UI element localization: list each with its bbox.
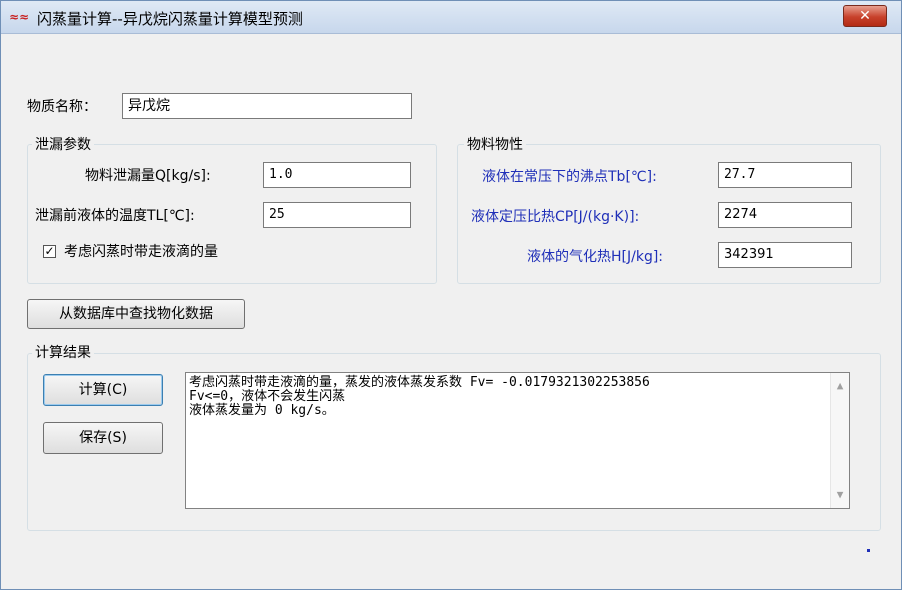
boiling-point-input[interactable]: 27.7: [718, 162, 852, 188]
leak-rate-input[interactable]: 1.0: [263, 162, 411, 188]
results-title: 计算结果: [32, 342, 94, 362]
calculate-button[interactable]: 计算(C): [43, 374, 163, 406]
vaporization-heat-label: 液体的气化热H[J/kg]:: [527, 249, 664, 265]
checkmark-icon: ✓: [44, 244, 55, 258]
leak-params-title: 泄漏参数: [32, 134, 94, 154]
substance-name-input[interactable]: 异戊烷: [122, 93, 412, 119]
vaporization-heat-input[interactable]: 342391: [718, 242, 852, 268]
scroll-down-icon[interactable]: ▼: [831, 488, 849, 502]
results-textarea[interactable]: 考虑闪蒸时带走液滴的量，蒸发的液体蒸发系数 Fv= -0.01793213022…: [185, 372, 850, 509]
result-line: 液体蒸发量为 0 kg/s。: [189, 403, 335, 418]
flash-calc-window: ≈≈ 闪蒸量计算--异戊烷闪蒸量计算模型预测 ✕ 物质名称： 异戊烷 泄漏参数 …: [0, 0, 902, 590]
close-button[interactable]: ✕: [843, 5, 887, 27]
results-scrollbar[interactable]: ▲ ▼: [830, 373, 849, 508]
consider-droplets-checkbox[interactable]: ✓: [43, 245, 56, 258]
heat-capacity-input[interactable]: 2274: [718, 202, 852, 228]
window-title: 闪蒸量计算--异戊烷闪蒸量计算模型预测: [37, 10, 303, 28]
close-icon: ✕: [859, 8, 871, 24]
leak-rate-label: 物料泄漏量Q[kg/s]:: [85, 168, 211, 184]
scroll-up-icon[interactable]: ▲: [831, 379, 849, 393]
lookup-database-button[interactable]: 从数据库中查找物化数据: [27, 299, 245, 329]
heat-capacity-label: 液体定压比热CP[J/(kg·K)]:: [471, 209, 640, 225]
save-button[interactable]: 保存(S): [43, 422, 163, 454]
app-logo-icon: ≈≈: [9, 10, 30, 24]
result-line: Fv<=0，液体不会发生闪蒸: [189, 389, 346, 404]
result-line: 考虑闪蒸时带走液滴的量，蒸发的液体蒸发系数 Fv= -0.01793213022…: [189, 375, 650, 390]
consider-droplets-label: 考虑闪蒸时带走液滴的量: [64, 244, 218, 260]
boiling-point-label: 液体在常压下的沸点Tb[℃]:: [482, 169, 657, 185]
substance-name-label: 物质名称：: [27, 99, 97, 115]
results-text: 考虑闪蒸时带走液滴的量，蒸发的液体蒸发系数 Fv= -0.01793213022…: [189, 376, 827, 418]
title-bar[interactable]: ≈≈ 闪蒸量计算--异戊烷闪蒸量计算模型预测 ✕: [1, 1, 901, 34]
status-dot: [867, 549, 870, 552]
liquid-temp-label: 泄漏前液体的温度TL[℃]:: [35, 208, 195, 224]
material-props-title: 物料物性: [464, 134, 526, 154]
liquid-temp-input[interactable]: 25: [263, 202, 411, 228]
